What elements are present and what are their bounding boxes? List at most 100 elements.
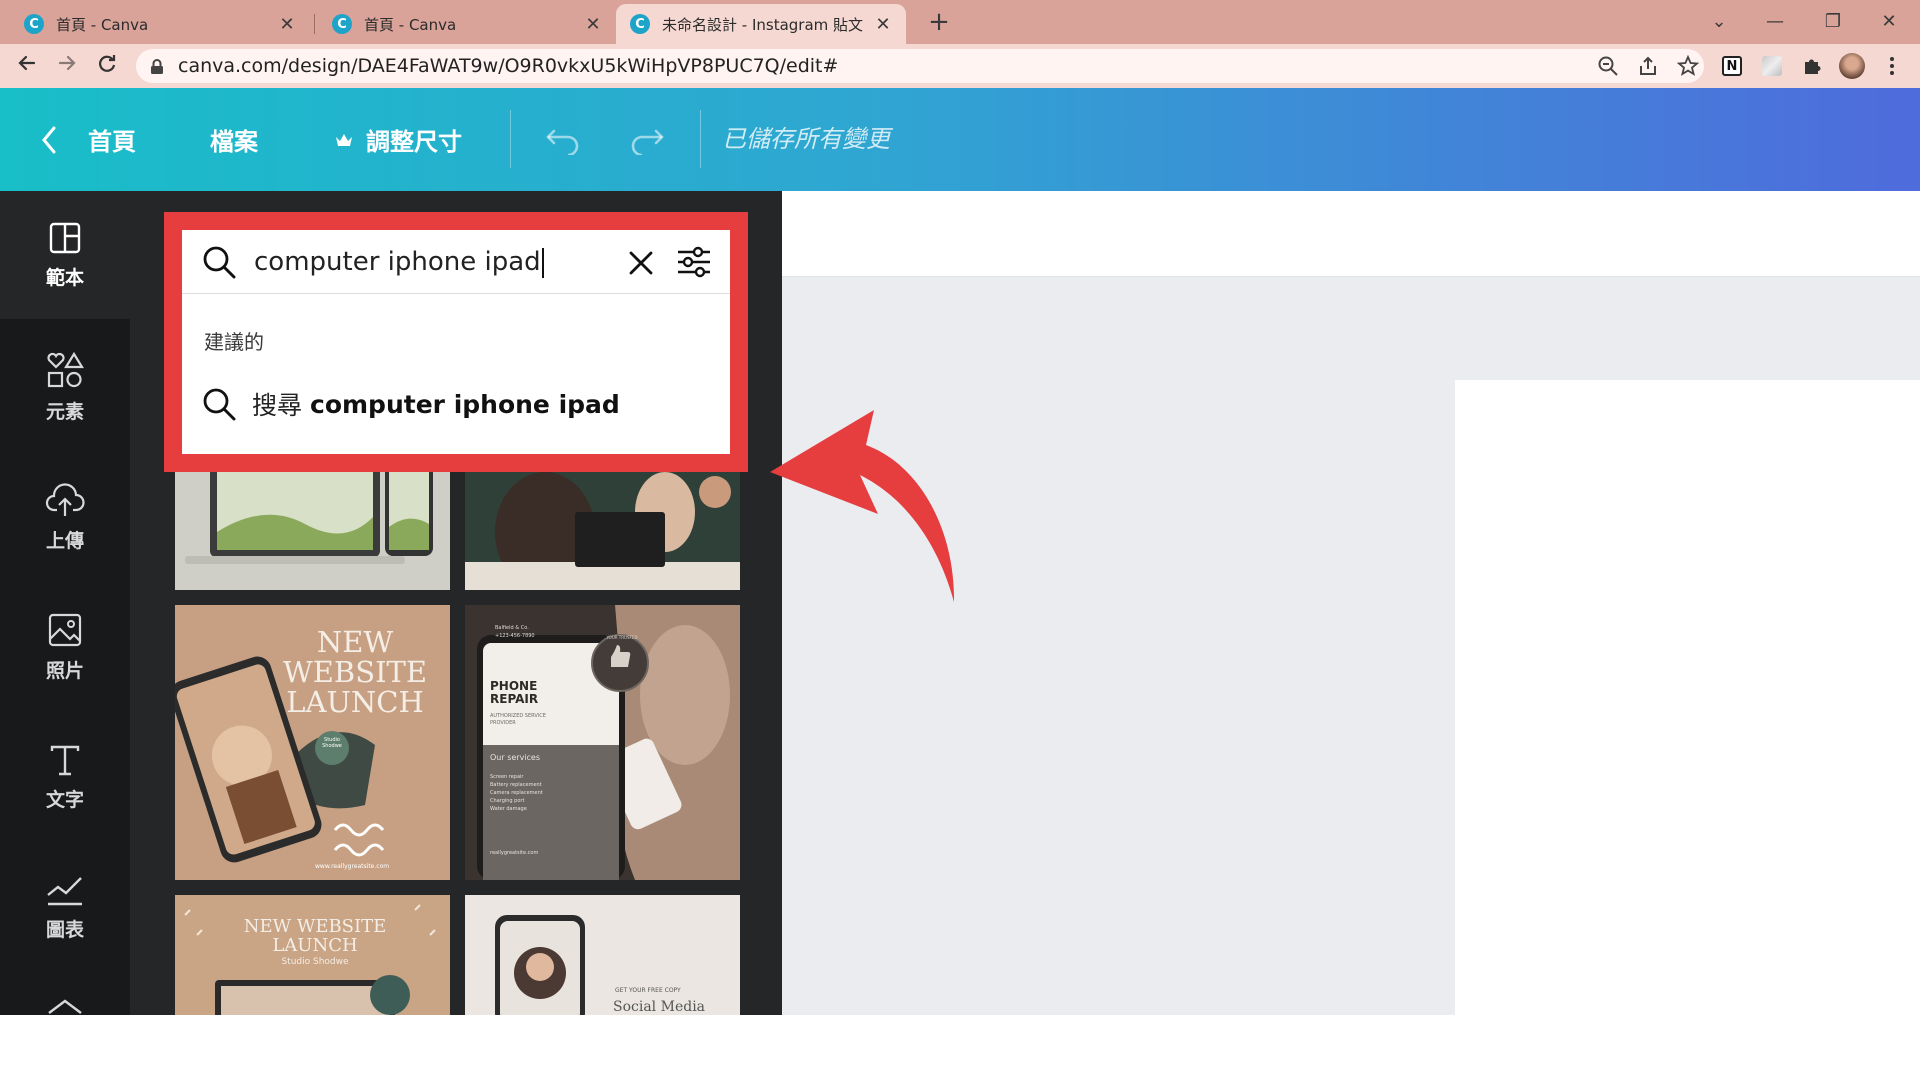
file-menu-button[interactable]: 檔案 (210, 88, 258, 191)
sidebar-item-label: 文字 (45, 788, 84, 811)
template-title: GET YOUR FREE COPY (615, 987, 681, 994)
template-illustration (465, 895, 740, 1015)
suggestion-query: computer iphone ipad (310, 389, 620, 419)
tab-close-icon[interactable]: ✕ (874, 14, 892, 35)
template-illustration (175, 472, 450, 590)
template-services-list: Screen repair Battery replacement Camera… (490, 773, 543, 813)
search-suggestion-item[interactable]: 搜尋 computer iphone ipad (182, 376, 730, 432)
bookmark-star-icon[interactable] (1676, 54, 1700, 78)
template-badge: Studio Shodwe (322, 737, 342, 749)
sidebar-item-elements[interactable]: 元素 (0, 323, 130, 451)
template-search-input[interactable]: computer iphone ipad (182, 230, 730, 294)
sidebar-item-label: 圖表 (45, 918, 84, 941)
template-service-item: Water damage (490, 806, 527, 812)
screen: C 首頁 - Canva ✕ C 首頁 - Canva ✕ C 未命名設計 - … (0, 0, 1920, 1080)
template-badge: YOUR TRUSTED (606, 635, 638, 640)
tab-divider (314, 14, 315, 34)
header-divider (510, 110, 511, 168)
redo-icon (631, 129, 664, 155)
lock-icon[interactable] (150, 59, 164, 75)
template-search-dropdown: computer iphone ipad 建議的 搜尋 computer iph… (182, 230, 730, 454)
browser-tab-1[interactable]: C 首頁 - Canva ✕ (10, 4, 310, 44)
template-thumbnail-social-media[interactable]: GET YOUR FREE COPY Social Media (465, 895, 740, 1015)
template-footer: www.reallygreatsite.com (315, 863, 390, 870)
header-divider (700, 110, 701, 168)
zoom-icon[interactable] (1596, 54, 1620, 78)
forward-button[interactable] (52, 52, 82, 82)
filter-sliders-icon[interactable] (676, 244, 712, 280)
notion-letter: N (1722, 56, 1742, 76)
back-button[interactable] (12, 52, 42, 82)
editor-toolbar (782, 191, 1920, 277)
suggestions-heading: 建議的 (204, 330, 264, 354)
suggestion-prefix: 搜尋 (252, 391, 303, 420)
template-service-item: Camera replacement (490, 790, 543, 796)
template-site: reallygreatsite.com (490, 850, 539, 856)
close-window-button[interactable]: ✕ (1864, 4, 1914, 40)
tab-close-icon[interactable]: ✕ (584, 14, 602, 35)
home-button[interactable]: 首頁 (40, 88, 136, 191)
template-service-item: Battery replacement (490, 782, 542, 788)
template-thumbnail-phone-repair[interactable]: Balfield & Co. +123-456-7890 PHONE REPAI… (465, 605, 740, 880)
url-bar[interactable]: canva.com/design/DAE4FaWAT9w/O9R0vkxU5kW… (136, 49, 1704, 83)
search-field[interactable]: computer iphone ipad (254, 230, 544, 294)
profile-avatar[interactable] (1838, 52, 1866, 80)
kebab-menu-icon (1890, 57, 1894, 75)
template-thumbnail[interactable] (175, 472, 450, 590)
canva-favicon-icon: C (24, 14, 44, 34)
design-page[interactable] (1455, 380, 1920, 1015)
sidebar-item-templates[interactable]: 範本 (0, 191, 130, 319)
notion-extension-icon[interactable]: N (1718, 52, 1746, 80)
text-icon (50, 745, 80, 775)
restore-button[interactable]: ❐ (1808, 4, 1858, 40)
sidebar-item-photos[interactable]: 照片 (0, 583, 130, 711)
forward-arrow-icon (58, 55, 76, 71)
new-tab-button[interactable]: + (922, 6, 956, 40)
url-text[interactable]: canva.com/design/DAE4FaWAT9w/O9R0vkxU5kW… (178, 49, 838, 83)
save-status: 已儲存所有變更 (722, 125, 890, 153)
resize-button[interactable]: 調整尺寸 (334, 88, 462, 191)
tab-search-dropdown-icon[interactable]: ⌄ (1694, 4, 1744, 40)
browser-tab-2[interactable]: C 首頁 - Canva ✕ (318, 4, 616, 44)
extensions-puzzle-icon[interactable] (1798, 52, 1826, 80)
home-label: 首頁 (88, 128, 136, 156)
templates-icon (49, 222, 81, 253)
browser-menu-icon[interactable] (1878, 52, 1906, 80)
template-service-item: Charging port (490, 798, 525, 804)
side-navigation: 範本 元素 上傳 照片 文字 圖表 (0, 191, 130, 1015)
template-photo (465, 605, 740, 880)
search-icon (203, 246, 236, 279)
chevron-left-icon (42, 126, 56, 153)
sidebar-item-label: 範本 (45, 266, 84, 289)
tab-title: 首頁 - Canva (56, 15, 149, 34)
clear-search-icon[interactable] (628, 250, 654, 276)
crown-icon (336, 133, 352, 146)
elements-icon (47, 351, 84, 387)
browser-tab-3-active[interactable]: C 未命名設計 - Instagram 貼文 ✕ (616, 4, 906, 44)
template-thumbnail-website-launch[interactable]: NEW WEBSITE LAUNCH Studio Shodwe www.rea… (175, 605, 450, 880)
template-subtitle: Social Media (613, 999, 706, 1015)
undo-button[interactable] (544, 88, 582, 191)
screen-bottom-margin (0, 1015, 1920, 1080)
browser-tab-bar: C 首頁 - Canva ✕ C 首頁 - Canva ✕ C 未命名設計 - … (0, 0, 1920, 44)
share-icon[interactable] (1636, 54, 1660, 78)
editor-header: 首頁 檔案 調整尺寸 已儲存所有變更 (0, 88, 1920, 191)
reload-button[interactable] (92, 52, 122, 82)
template-thumbnail[interactable] (465, 472, 740, 590)
canva-favicon-icon: C (630, 14, 650, 34)
extension-thumb (1762, 56, 1782, 76)
search-query-text: computer iphone ipad (254, 247, 541, 277)
template-title: NEW WEBSITE LAUNCH (243, 916, 387, 956)
sidebar-item-charts[interactable]: 圖表 (0, 843, 130, 971)
tab-close-icon[interactable]: ✕ (278, 14, 296, 35)
reload-icon (99, 55, 116, 72)
minimize-button[interactable]: — (1750, 4, 1800, 40)
sidebar-item-label: 元素 (45, 400, 84, 423)
sidebar-item-text[interactable]: 文字 (0, 713, 130, 841)
extension-icon[interactable] (1758, 52, 1786, 80)
sidebar-item-uploads[interactable]: 上傳 (0, 453, 130, 581)
template-thumbnail-website-launch-2[interactable]: NEW WEBSITE LAUNCH Studio Shodwe (175, 895, 450, 1015)
photos-icon (48, 613, 82, 646)
template-title: PHONE REPAIR (490, 679, 539, 706)
redo-button[interactable] (628, 88, 666, 191)
